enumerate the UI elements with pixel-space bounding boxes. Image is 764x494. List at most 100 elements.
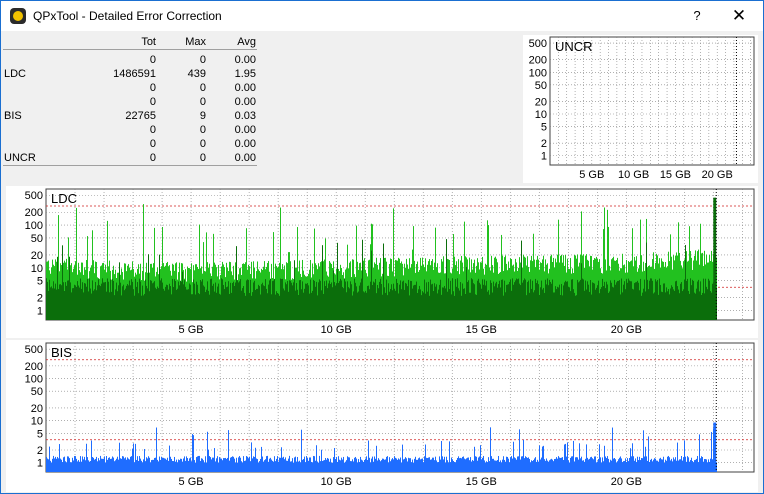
bis-bar (238, 457, 239, 472)
ldc-base-bar (680, 283, 681, 320)
ldc-base-bar (413, 285, 414, 320)
ldc-base-bar (452, 278, 453, 320)
ldc-base-bar (115, 289, 116, 320)
bis-bar (569, 462, 570, 472)
ldc-base-bar (497, 287, 498, 320)
bis-bar (405, 457, 406, 472)
bis-bar (244, 460, 245, 472)
bis-bar (285, 457, 286, 472)
bis-bar (574, 461, 575, 472)
bis-bar (106, 456, 107, 472)
bis-bar (195, 462, 196, 472)
ldc-base-bar (363, 291, 364, 320)
ldc-base-bar (464, 288, 465, 320)
bis-bar (583, 460, 584, 472)
ldc-base-bar (364, 292, 365, 320)
ldc-base-bar (634, 283, 635, 320)
bis-bar (162, 457, 163, 472)
ldc-base-bar (197, 284, 198, 320)
bis-bar (235, 462, 236, 472)
bis-bar (368, 440, 369, 472)
ldc-base-bar (319, 279, 320, 320)
bis-bar (80, 456, 81, 472)
ldc-base-bar (65, 282, 66, 320)
bis-bar (704, 459, 705, 472)
ldc-base-bar (603, 286, 604, 320)
bis-bar (679, 459, 680, 472)
bis-bar (253, 456, 254, 472)
bis-bar (498, 456, 499, 472)
ldc-base-bar (87, 278, 88, 320)
bis-bar (120, 458, 121, 472)
bis-bar (626, 462, 627, 472)
ldc-base-bar (456, 286, 457, 320)
bis-bar (110, 458, 111, 472)
ldc-base-bar (387, 295, 388, 320)
ldc-base-bar (146, 285, 147, 320)
bis-bar (251, 442, 252, 472)
ldc-base-bar (545, 279, 546, 320)
bis-bar (529, 458, 530, 472)
bis-bar (523, 439, 524, 472)
ldc-base-bar (283, 288, 284, 320)
ldc-base-bar (253, 282, 254, 320)
bis-bar (354, 457, 355, 472)
help-button[interactable]: ? (687, 7, 707, 25)
ldc-base-bar (348, 287, 349, 320)
ldc-base-bar (307, 283, 308, 320)
bis-bar (236, 457, 237, 472)
ldc-base-bar (578, 282, 579, 320)
ldc-base-bar (688, 290, 689, 320)
bis-bar (321, 449, 322, 472)
bis-bar (305, 462, 306, 472)
bis-bar (357, 462, 358, 472)
bis-bar (153, 459, 154, 472)
bis-bar (275, 461, 276, 472)
bis-bar (526, 457, 527, 472)
bis-bar (122, 456, 123, 472)
bis-bar (462, 456, 463, 472)
ldc-base-bar (396, 278, 397, 320)
bis-bar (619, 457, 620, 472)
bis-bar (683, 457, 684, 472)
ldc-base-bar (667, 291, 668, 320)
ldc-base-bar (450, 280, 451, 320)
bis-bar (355, 456, 356, 472)
bis-bar (348, 457, 349, 472)
bis-bar (111, 458, 112, 472)
ldc-base-bar (444, 285, 445, 320)
ldc-base-bar (681, 282, 682, 320)
bis-bar (277, 456, 278, 472)
ldc-base-bar (402, 281, 403, 320)
bis-bar (610, 459, 611, 472)
bis-bar (579, 443, 580, 472)
bis-bar (382, 458, 383, 472)
bis-bar (206, 462, 207, 472)
bis-bar (418, 458, 419, 472)
bis-bar (308, 460, 309, 472)
ldc-base-bar (248, 279, 249, 320)
close-button[interactable]: ✕ (726, 6, 752, 26)
bis-bar (707, 462, 708, 472)
bis-bar (461, 458, 462, 472)
bis-bar (58, 458, 59, 472)
bis-bar (86, 443, 87, 472)
bis-bar (115, 460, 116, 472)
bis-bar (245, 460, 246, 472)
ldc-base-bar (263, 285, 264, 320)
ldc-base-bar (510, 279, 511, 320)
bis-bar (108, 457, 109, 472)
bis-bar (413, 462, 414, 472)
ldc-base-bar (157, 286, 158, 320)
bis-bar (174, 456, 175, 472)
ldc-base-bar (254, 280, 255, 320)
ldc-base-bar (436, 284, 437, 320)
bis-bar (705, 459, 706, 472)
bis-bar (604, 445, 605, 472)
ldc-base-bar (432, 283, 433, 320)
bis-bar (600, 457, 601, 472)
bis-bar (197, 456, 198, 472)
bis-bar (160, 459, 161, 472)
bis-bar (154, 457, 155, 472)
bis-bar (135, 443, 136, 472)
